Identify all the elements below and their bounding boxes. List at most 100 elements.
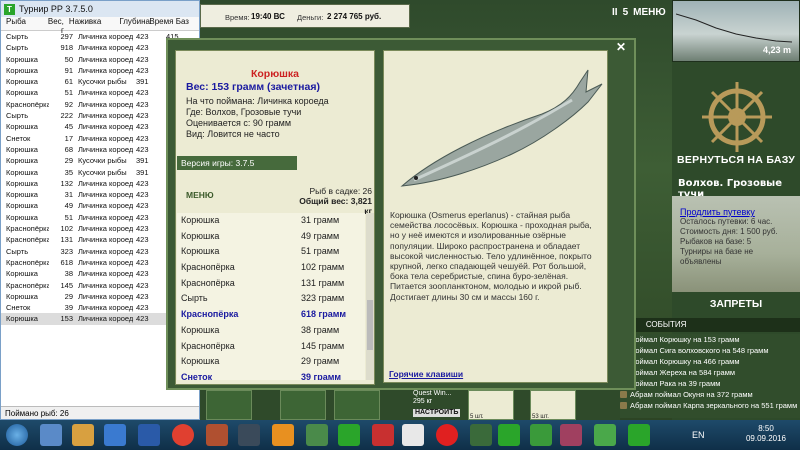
sound-button[interactable]: 5 [623, 7, 629, 18]
language-indicator[interactable]: EN [692, 430, 705, 440]
table-cell: Корюшка [6, 167, 38, 177]
settings-icon[interactable] [238, 424, 260, 446]
firefox-icon[interactable] [272, 424, 294, 446]
table-cell: 423 [136, 190, 149, 200]
catch-weight: 51 грамм [301, 246, 340, 257]
table-cell: Личинка короеда [78, 122, 133, 132]
table-cell: Корюшка [6, 178, 38, 188]
word-icon[interactable] [138, 424, 160, 446]
setup-button[interactable]: НАСТРОИТЬ [413, 409, 461, 417]
clock[interactable]: 8:50 09.09.2016 [738, 424, 794, 444]
app4-icon[interactable] [594, 424, 616, 446]
start-button[interactable] [6, 424, 28, 446]
table-cell: Сырть [6, 246, 29, 256]
tournament-app-icon[interactable] [498, 424, 520, 446]
event-item: Поймал Рака на 39 грамм [618, 378, 800, 389]
plus-icon[interactable] [372, 424, 394, 446]
event-item: Абрам поймал Карпа зеркального на 551 гр… [618, 400, 800, 411]
table-cell: Личинка короеда [78, 144, 133, 154]
catch-list-item[interactable]: Корюшка 38 грамм [177, 323, 365, 339]
tournaments-note: Турниры на базе не объявлены [680, 247, 754, 266]
back-to-base-button[interactable]: ВЕРНУТЬСЯ НА БАЗУ [672, 151, 800, 169]
events-tabs: ЮК СОБЫТИЯ [618, 318, 800, 332]
bans-button[interactable]: ЗАПРЕТЫ [672, 293, 800, 315]
catch-list: Корюшка 31 грамм Корюшка 49 грамм Корюшка 51 … [177, 213, 365, 380]
media-icon[interactable] [104, 424, 126, 446]
catch-fish: Корюшка [181, 356, 220, 367]
yandex-icon[interactable] [402, 424, 424, 446]
fish-threshold: Оценивается с: 90 грамм [186, 118, 292, 128]
table-cell: Корюшка [6, 212, 38, 222]
extend-permit-link[interactable]: Продлить путевку [680, 207, 796, 217]
bucket-icon[interactable] [334, 390, 380, 420]
catch-list-item[interactable]: Краснопёрка 102 грамм [177, 260, 365, 276]
catch-weight: 102 грамм [301, 262, 345, 273]
window-status: Поймано рыб: 26 [1, 406, 199, 419]
fish-location: Где: Волхов, Грозовые тучи [186, 107, 302, 117]
explorer-icon[interactable] [40, 424, 62, 446]
table-cell: 91 [64, 65, 73, 75]
catch-list-item[interactable]: Краснопёрка 131 грамм [177, 276, 365, 292]
catch-list-scrollbar[interactable] [366, 213, 374, 380]
catch-list-item[interactable]: Сырть 323 грамм [177, 291, 365, 307]
tab-events[interactable]: СОБЫТИЯ [642, 320, 691, 329]
dialog-menu-button[interactable]: МЕНЮ [186, 190, 214, 200]
col-bait[interactable]: Наживка [66, 17, 117, 30]
catch-fish: Корюшка [181, 246, 220, 257]
close-icon[interactable]: ✕ [616, 40, 626, 54]
app2-icon[interactable] [530, 424, 552, 446]
groundbait-basket-icon[interactable] [280, 390, 326, 420]
depth-profile-icon [676, 13, 792, 43]
catch-fish: Корюшка [181, 230, 220, 241]
game-menu-button[interactable]: МЕНЮ [633, 7, 666, 18]
table-cell: Корюшка [6, 88, 38, 98]
table-cell: 391 [136, 167, 149, 177]
table-header: Рыба Вес, г Наживка Глубина Время Баз [1, 17, 199, 35]
table-cell: Личинка короеда [78, 190, 133, 200]
catch-weight: 131 грамм [301, 277, 345, 288]
table-cell: 39 [64, 303, 73, 313]
table-cell: Личинка короеда [78, 246, 133, 256]
catch-list-item[interactable]: Краснопёрка 618 грамм [177, 307, 365, 323]
col-fish[interactable]: Рыба [1, 17, 43, 30]
chrome-icon[interactable] [172, 424, 194, 446]
catch-list-item[interactable]: Корюшка 31 грамм [177, 213, 365, 229]
table-cell: Личинка короеда [78, 314, 133, 324]
files-icon[interactable] [72, 424, 94, 446]
catch-list-item[interactable]: Корюшка 51 грамм [177, 244, 365, 260]
catch-list-item[interactable]: Краснопёрка 145 грамм [177, 339, 365, 355]
hotkeys-link[interactable]: Горячие клавиши [389, 369, 463, 379]
yandex-browser-icon[interactable] [436, 424, 458, 446]
col-base[interactable]: Баз [173, 17, 199, 30]
col-weight[interactable]: Вес, г [43, 17, 66, 35]
table-cell: 145 [60, 280, 73, 290]
catch-list-item[interactable]: Снеток 39 грамм [177, 370, 365, 380]
table-cell: Корюшка [6, 314, 38, 324]
col-depth[interactable]: Глубина [116, 17, 150, 30]
quest-weight: 295 кг [413, 398, 433, 405]
scrollbar-thumb[interactable] [367, 300, 373, 350]
photo-icon[interactable] [306, 424, 328, 446]
catch-list-item[interactable]: Корюшка 49 грамм [177, 229, 365, 245]
table-cell: 297 [60, 32, 73, 41]
table-cell: Корюшка [6, 77, 38, 87]
window-title: Турнир РР 3.7.5.0 [19, 4, 93, 14]
table-cell: Личинка короеда [78, 65, 133, 75]
ship-wheel-icon[interactable] [700, 80, 774, 154]
app3-icon[interactable] [560, 424, 582, 446]
app-icon[interactable] [206, 424, 228, 446]
table-cell: Личинка короеда [78, 201, 133, 211]
pause-button[interactable]: II [612, 7, 618, 18]
bait-pot-icon[interactable] [206, 390, 252, 420]
table-cell: 423 [136, 54, 149, 64]
game-icon[interactable] [338, 424, 360, 446]
app5-icon[interactable] [628, 424, 650, 446]
col-time[interactable]: Время [146, 17, 172, 30]
table-cell: Личинка короеда [78, 43, 133, 53]
catch-fish: Корюшка [181, 324, 220, 335]
catch-list-item[interactable]: Корюшка 29 грамм [177, 354, 365, 370]
fish-bait: На что поймана: Личинка короеда [186, 96, 329, 106]
table-cell: 423 [136, 65, 149, 75]
rr-icon[interactable] [470, 424, 492, 446]
table-cell: Кусочки рыбы [78, 156, 127, 166]
